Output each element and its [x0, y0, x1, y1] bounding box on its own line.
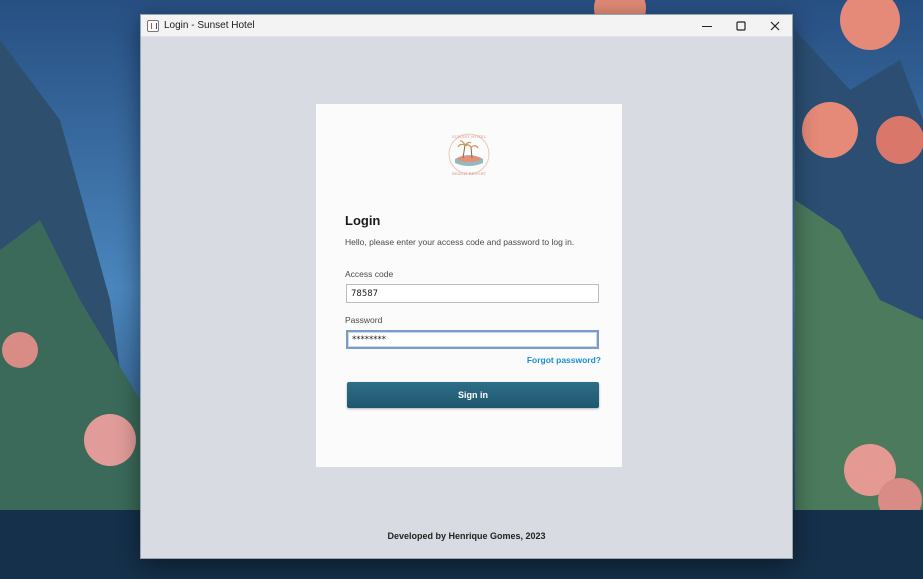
- maximize-icon: [736, 20, 746, 31]
- minimize-button[interactable]: [690, 15, 724, 37]
- password-input[interactable]: [346, 330, 599, 349]
- logo-text-bottom: BEACH RESORT: [452, 171, 486, 176]
- developer-footer: Developed by Henrique Gomes, 2023: [387, 531, 546, 541]
- close-button[interactable]: [758, 15, 792, 37]
- access-code-label: Access code: [345, 269, 394, 279]
- title-bar[interactable]: Login - Sunset Hotel: [141, 15, 792, 37]
- sign-in-button[interactable]: Sign in: [347, 382, 599, 408]
- forgot-password-link[interactable]: Forgot password?: [527, 355, 601, 365]
- window-controls: [690, 15, 792, 37]
- java-app-icon: [147, 19, 159, 32]
- login-heading: Login: [345, 213, 381, 228]
- close-icon: [770, 21, 780, 30]
- password-label: Password: [345, 315, 383, 325]
- login-card: SUNSET HOTEL BEACH RESORT Login Hello, p…: [316, 104, 622, 467]
- hotel-logo: SUNSET HOTEL BEACH RESORT: [448, 133, 490, 176]
- login-window: Login - Sunset Hotel SUNSET HOTEL BEACH …: [140, 14, 793, 559]
- minimize-icon: [702, 25, 712, 27]
- login-subtitle: Hello, please enter your access code and…: [345, 237, 575, 247]
- window-title: Login - Sunset Hotel: [164, 20, 255, 31]
- maximize-button[interactable]: [724, 15, 758, 37]
- logo-text-top: SUNSET HOTEL: [452, 134, 487, 139]
- access-code-input[interactable]: [346, 284, 599, 303]
